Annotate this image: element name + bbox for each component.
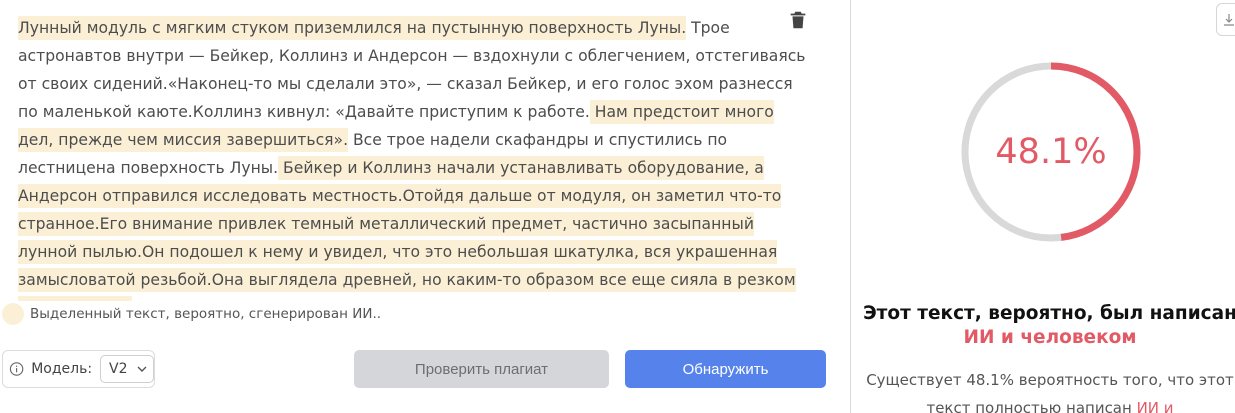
legend-text: Выделенный текст, вероятно, сгенерирован… [30, 306, 382, 322]
model-label: Модель: [31, 361, 93, 377]
editor-panel: Лунный модуль с мягким стуком приземлилс… [0, 0, 850, 413]
model-selector: Модель: V2 [2, 350, 155, 388]
detect-button[interactable]: Обнаружить [625, 350, 826, 388]
trash-icon[interactable] [787, 9, 809, 31]
input-text-area[interactable]: Лунный модуль с мягким стуком приземлилс… [18, 14, 808, 301]
info-icon[interactable] [9, 361, 24, 377]
download-button[interactable] [1216, 3, 1235, 36]
probability-percent: 48.1% [995, 132, 1107, 172]
chevron-down-icon [137, 366, 147, 372]
result-panel: 48.1% Этот текст, вероятно, был написан … [851, 0, 1235, 413]
legend-swatch [2, 303, 24, 325]
check-plagiarism-button[interactable]: Проверить плагиат [354, 350, 609, 388]
download-icon [1224, 14, 1234, 26]
ai-highlighted-segment: Лунный модуль с мягким стуком приземлилс… [18, 16, 687, 40]
legend: Выделенный текст, вероятно, сгенерирован… [2, 302, 381, 326]
desc-highlight: ИИ и [1136, 399, 1174, 413]
model-dropdown[interactable]: V2 [100, 355, 154, 383]
desc-prefix: Существует 48.1% вероятность того, что э… [866, 371, 1234, 413]
verdict-highlight: ИИ и человеком [963, 327, 1137, 348]
verdict-prefix: Этот текст, вероятно, был написан [863, 303, 1235, 324]
verdict-text: Этот текст, вероятно, был написан ИИ и ч… [851, 302, 1235, 350]
model-selected-value: V2 [109, 361, 128, 377]
result-description: Существует 48.1% вероятность того, что э… [851, 366, 1235, 413]
